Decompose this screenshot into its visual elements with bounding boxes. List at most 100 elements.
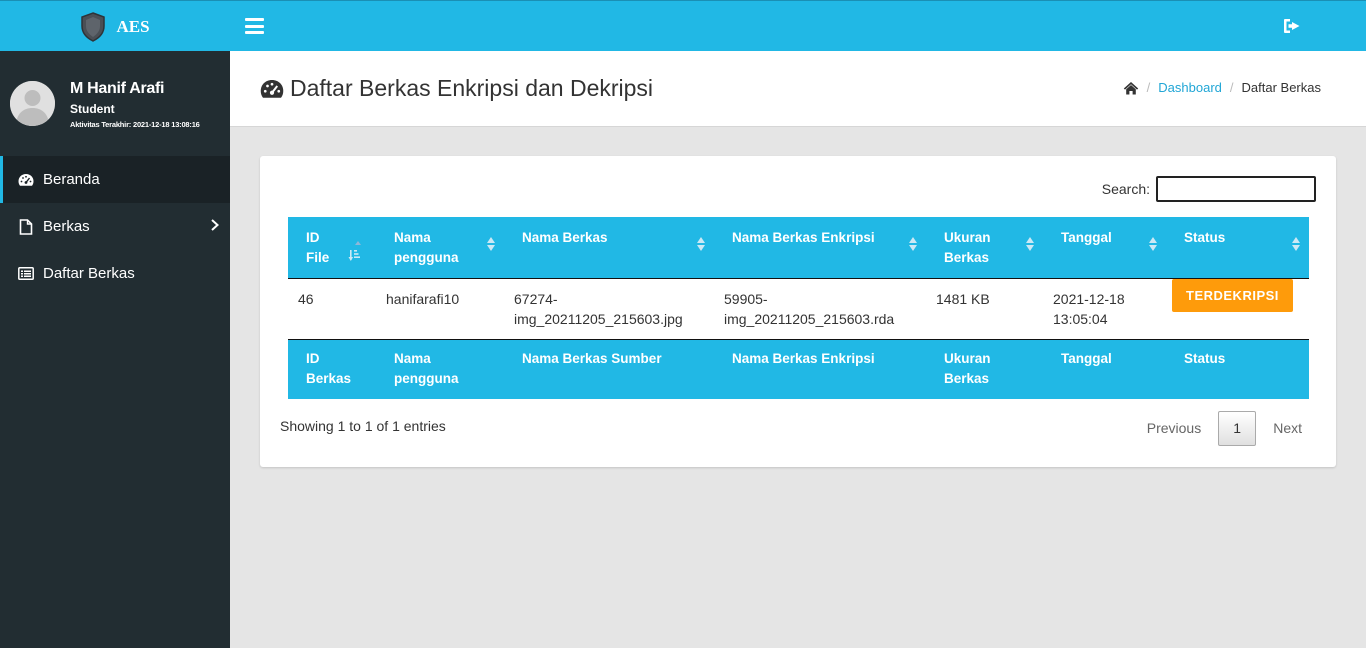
user-role: Student xyxy=(70,102,115,116)
footer-header-nama-pengguna: Nama pengguna xyxy=(376,339,504,399)
pagination: Previous 1 Next xyxy=(1133,411,1316,446)
header-line: Tanggal xyxy=(1061,351,1112,366)
footer-header-id-berkas: ID Berkas xyxy=(288,339,376,399)
dashboard-icon xyxy=(260,79,284,98)
header-line: Nama Berkas xyxy=(522,230,608,245)
breadcrumb-separator: / xyxy=(1229,80,1234,95)
header-line: pengguna xyxy=(394,250,459,265)
sidebar-item-beranda[interactable]: Beranda xyxy=(0,156,230,203)
cell-line: 13:05:04 xyxy=(1053,311,1108,327)
sort-both-icon xyxy=(1292,237,1302,265)
chevron-right-icon xyxy=(211,219,219,231)
table-row: 46 hanifarafi10 67274- img_20211205_2156… xyxy=(288,279,1309,340)
column-header-nama-pengguna[interactable]: Nama pengguna xyxy=(376,217,504,279)
cell-user: hanifarafi10 xyxy=(386,291,460,307)
header-line: Nama xyxy=(394,230,431,245)
column-header-status[interactable]: Status xyxy=(1166,217,1309,279)
search-input[interactable] xyxy=(1156,176,1316,202)
header-line: Berkas xyxy=(944,371,990,386)
shield-logo-icon xyxy=(81,11,106,42)
table-header-row: ID File Nama pengguna Nama Berkas Nama B… xyxy=(288,217,1309,279)
footer-header-ukuran-berkas: Ukuran Berkas xyxy=(926,339,1043,399)
footer-header-status: Status xyxy=(1166,339,1309,399)
header-line: Berkas xyxy=(944,250,990,265)
breadcrumb-link-dashboard[interactable]: Dashboard xyxy=(1158,80,1222,95)
sidebar-item-label: Beranda xyxy=(43,171,100,188)
sidebar-item-label: Berkas xyxy=(43,218,90,235)
header-line: Berkas xyxy=(306,371,352,386)
sidebar-item-berkas[interactable]: Berkas xyxy=(0,203,230,250)
footer-header-tanggal: Tanggal xyxy=(1043,339,1166,399)
dashboard-icon xyxy=(18,172,34,188)
cell-id: 46 xyxy=(298,291,314,307)
cell-status: TERDEKRIPSI xyxy=(1166,279,1309,340)
page-1-button[interactable]: 1 xyxy=(1218,411,1257,446)
cell-line: img_20211205_215603.rda xyxy=(724,311,895,327)
avatar xyxy=(10,81,55,126)
search-wrap: Search: xyxy=(1102,176,1316,202)
header-line: ID xyxy=(306,351,320,366)
header-line: pengguna xyxy=(394,371,459,386)
next-page-button[interactable]: Next xyxy=(1259,411,1316,446)
header-line: Nama Berkas Sumber xyxy=(522,351,662,366)
column-header-nama-berkas-enkripsi[interactable]: Nama Berkas Enkripsi xyxy=(714,217,926,279)
user-avatar-icon xyxy=(10,81,55,126)
header-line: Nama Berkas Enkripsi xyxy=(732,351,875,366)
breadcrumb-current: Daftar Berkas xyxy=(1241,80,1321,95)
sort-both-icon xyxy=(909,237,919,265)
cell-size: 1481 KB xyxy=(936,291,990,307)
header-line: Tanggal xyxy=(1061,230,1112,245)
header-line: Status xyxy=(1184,351,1226,366)
user-panel: M Hanif Arafi Student Aktivitas Terakhir… xyxy=(0,51,230,156)
header-line: Nama Berkas Enkripsi xyxy=(732,230,875,245)
status-button[interactable]: TERDEKRIPSI xyxy=(1172,279,1293,312)
user-last-activity: Aktivitas Terakhir: 2021-12-18 13:08:16 xyxy=(70,120,200,129)
menu-bar xyxy=(245,24,264,28)
files-table: ID File Nama pengguna Nama Berkas Nama B… xyxy=(288,217,1309,399)
sort-both-icon xyxy=(1026,237,1036,265)
page-title: Daftar Berkas Enkripsi dan Dekripsi xyxy=(260,75,653,102)
cell-file-name: 67274- img_20211205_215603.jpg xyxy=(504,279,714,340)
sidebar-toggle-button[interactable] xyxy=(245,18,264,34)
logout-icon[interactable] xyxy=(1283,18,1301,34)
header-line: Status xyxy=(1184,230,1226,245)
sort-both-icon xyxy=(487,237,497,265)
search-label: Search: xyxy=(1101,181,1150,197)
sidebar-item-daftar-berkas[interactable]: Daftar Berkas xyxy=(0,250,230,297)
breadcrumb: / Dashboard / Daftar Berkas xyxy=(1123,80,1321,95)
table-footer-row: ID Berkas Nama pengguna Nama Berkas Sumb… xyxy=(288,339,1309,399)
sort-asc-icon xyxy=(348,241,361,261)
sort-both-icon xyxy=(1149,237,1159,265)
sidebar: M Hanif Arafi Student Aktivitas Terakhir… xyxy=(0,51,230,648)
sort-both-icon xyxy=(697,237,707,265)
data-table-box: Search: ID File Nama pengguna Nama Berka… xyxy=(260,156,1336,467)
sidebar-item-label: Daftar Berkas xyxy=(43,265,135,282)
file-icon xyxy=(18,218,34,235)
user-name: M Hanif Arafi xyxy=(70,80,165,97)
breadcrumb-separator: / xyxy=(1146,80,1151,95)
cell-date: 2021-12-18 13:05:04 xyxy=(1043,279,1166,340)
column-header-ukuran-berkas[interactable]: Ukuran Berkas xyxy=(926,217,1043,279)
header-line: Ukuran xyxy=(944,351,991,366)
previous-page-button[interactable]: Previous xyxy=(1133,411,1215,446)
top-navbar: AES xyxy=(0,0,1366,51)
cell-line: 67274- xyxy=(514,291,558,307)
brand[interactable]: AES xyxy=(0,1,230,52)
menu-bar xyxy=(245,18,264,21)
footer-header-nama-berkas-sumber: Nama Berkas Sumber xyxy=(504,339,714,399)
brand-name: AES xyxy=(116,16,150,36)
column-header-nama-berkas[interactable]: Nama Berkas xyxy=(504,217,714,279)
home-icon[interactable] xyxy=(1123,81,1139,95)
column-header-tanggal[interactable]: Tanggal xyxy=(1043,217,1166,279)
table-info: Showing 1 to 1 of 1 entries xyxy=(280,418,446,434)
menu-bar xyxy=(245,31,264,34)
footer-header-nama-berkas-enkripsi: Nama Berkas Enkripsi xyxy=(714,339,926,399)
page-title-text: Daftar Berkas Enkripsi dan Dekripsi xyxy=(290,75,654,101)
cell-line: 59905- xyxy=(724,291,768,307)
cell-line: 2021-12-18 xyxy=(1053,291,1125,307)
list-icon xyxy=(18,266,34,282)
content-header: Daftar Berkas Enkripsi dan Dekripsi / Da… xyxy=(230,51,1366,127)
cell-encrypted-file-name: 59905- img_20211205_215603.rda xyxy=(714,279,926,340)
column-header-id-file[interactable]: ID File xyxy=(288,217,376,279)
cell-line: img_20211205_215603.jpg xyxy=(514,311,683,327)
